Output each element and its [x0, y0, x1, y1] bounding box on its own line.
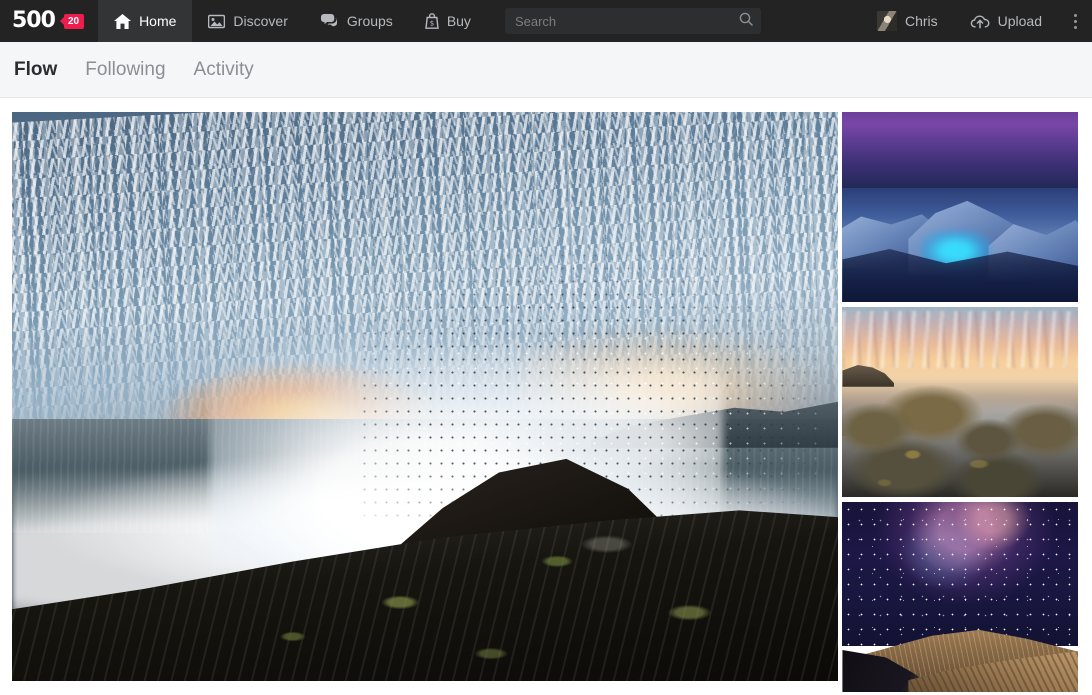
star-field	[842, 502, 1078, 647]
tab-activity[interactable]: Activity	[194, 60, 254, 79]
tab-following[interactable]: Following	[85, 60, 165, 79]
seascape-clouds	[842, 310, 1078, 368]
image-icon	[208, 14, 226, 29]
nav-item-discover[interactable]: Discover	[192, 0, 303, 42]
nav-item-groups[interactable]: Groups	[304, 0, 409, 42]
photo-feed-grid	[0, 98, 1092, 692]
thumbnail-column	[842, 112, 1078, 692]
nav-item-buy[interactable]: $ Buy	[409, 0, 487, 42]
search-input[interactable]	[514, 13, 739, 29]
thumbnail-photo-3[interactable]	[842, 502, 1078, 692]
speech-bubbles-icon	[320, 13, 339, 29]
shopping-bag-dollar-icon: $	[425, 13, 439, 29]
hero-photo[interactable]	[12, 112, 839, 681]
ice-twilight-sky	[842, 112, 1078, 200]
upload-button[interactable]: Upload	[954, 0, 1058, 42]
nav-item-discover-label: Discover	[233, 13, 288, 29]
search-icon[interactable]	[739, 12, 753, 31]
thumbnail-photo-1[interactable]	[842, 112, 1078, 302]
avatar	[876, 11, 897, 31]
upload-cloud-icon	[970, 14, 990, 29]
500px-logo[interactable]: 500 20	[0, 0, 98, 42]
kebab-menu-icon[interactable]	[1058, 0, 1092, 42]
home-icon	[114, 13, 132, 29]
upload-label: Upload	[997, 13, 1042, 29]
search-box[interactable]	[504, 8, 761, 34]
user-profile-link[interactable]: Chris	[861, 0, 954, 42]
svg-text:$: $	[430, 19, 434, 27]
user-name-label: Chris	[904, 13, 938, 29]
top-navigation-bar: 500 20 Home Discover Groups $ Buy Search…	[0, 0, 1092, 42]
thumbnail-photo-2[interactable]	[842, 307, 1078, 497]
logo-notification-badge[interactable]: 20	[59, 13, 85, 29]
nav-item-buy-label: Buy	[446, 13, 471, 29]
nav-item-groups-label: Groups	[346, 13, 393, 29]
nav-item-home-label: Home	[139, 13, 177, 29]
logo-text: 500	[12, 8, 56, 33]
tab-flow[interactable]: Flow	[14, 60, 57, 79]
feed-tab-bar: Flow Following Activity	[0, 42, 1092, 98]
nav-item-home[interactable]: Home	[98, 0, 193, 42]
seascape-rocks	[842, 379, 1078, 497]
nav-right-group: Chris Upload	[861, 0, 1092, 42]
